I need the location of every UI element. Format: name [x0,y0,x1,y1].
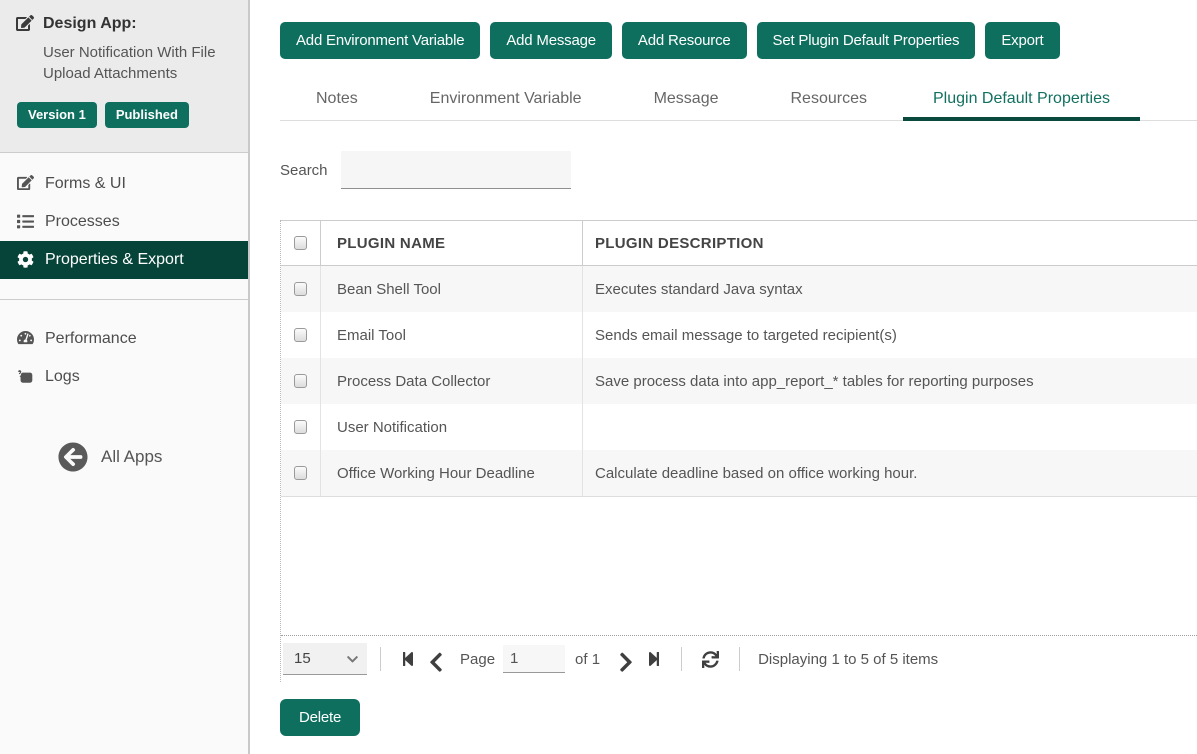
plugin-description-cell: Sends email message to targeted recipien… [583,312,1197,358]
sidebar-divider [0,299,248,300]
sidebar-item-label: Properties & Export [45,251,184,269]
plugin-name-cell: Email Tool [321,312,583,358]
delete-button[interactable]: Delete [280,699,360,736]
published-badge: Published [105,102,189,128]
sidebar-item-label: Logs [45,368,80,386]
main-content: Add Environment Variable Add Message Add… [252,0,1197,754]
sidebar-item-label: Forms & UI [45,175,126,193]
plugin-name-cell: Bean Shell Tool [321,266,583,312]
all-apps-label: All Apps [101,447,162,467]
page-of-label: of 1 [575,651,600,668]
sidebar-item-forms-ui[interactable]: Forms & UI [0,165,248,203]
sidebar-item-processes[interactable]: Processes [0,203,248,241]
page-label: Page [460,651,495,668]
header-checkbox-cell [281,221,321,265]
table-row[interactable]: Bean Shell Tool Executes standard Java s… [281,266,1197,312]
plugin-description-cell: Save process data into app_report_* tabl… [583,358,1197,404]
edit-icon [16,15,34,33]
table-row[interactable]: User Notification [281,404,1197,450]
app-name: User Notification With File Upload Attac… [43,42,218,84]
list-icon [17,213,34,230]
page-size-select[interactable]: 15 [283,643,367,675]
tab-resources[interactable]: Resources [755,80,903,121]
plugin-name-header: PLUGIN NAME [321,221,583,265]
tab-plugin-default-properties[interactable]: Plugin Default Properties [903,80,1140,121]
tachometer-icon [17,330,34,347]
row-checkbox-cell [281,450,321,496]
last-page-icon [647,651,661,667]
version-badge: Version 1 [17,102,97,128]
export-button[interactable]: Export [985,22,1059,59]
sidebar-item-logs[interactable]: Logs [0,358,248,396]
search-label: Search [280,162,328,179]
add-message-button[interactable]: Add Message [490,22,612,59]
toolbar: Add Environment Variable Add Message Add… [280,22,1197,59]
search-row: Search [280,151,1197,189]
row-checkbox-cell [281,266,321,312]
row-checkbox-cell [281,312,321,358]
tab-message[interactable]: Message [618,80,755,121]
table-empty-area [281,496,1197,635]
row-checkbox[interactable] [294,420,307,434]
tab-notes[interactable]: Notes [280,80,394,121]
plugin-description-cell: Executes standard Java syntax [583,266,1197,312]
first-page-button[interactable] [401,651,415,667]
pagination-divider [380,647,381,671]
logs-icon [17,368,34,385]
sidebar-item-performance[interactable]: Performance [0,320,248,358]
table-row[interactable]: Office Working Hour Deadline Calculate d… [281,450,1197,496]
add-resource-button[interactable]: Add Resource [622,22,747,59]
plugin-name-cell: Office Working Hour Deadline [321,450,583,496]
sidebar-menu: Forms & UI Processes Properties & Export… [0,153,248,396]
row-checkbox-cell [281,358,321,404]
sidebar: Design App: User Notification With File … [0,0,250,754]
sidebar-item-label: Performance [45,330,137,348]
design-app-title: Design App: [43,15,137,33]
next-page-icon [619,651,633,667]
footer-actions: Delete [280,699,1197,736]
row-checkbox[interactable] [294,328,307,342]
page-size-value: 15 [294,650,311,667]
display-status: Displaying 1 to 5 of 5 items [758,651,938,668]
pagination-bar: 15 Page of 1 [281,635,1197,682]
add-environment-variable-button[interactable]: Add Environment Variable [280,22,480,59]
edit-icon [17,175,34,192]
pagination-divider [681,647,682,671]
table-row[interactable]: Process Data Collector Save process data… [281,358,1197,404]
design-app-header: Design App: User Notification With File … [0,0,248,153]
row-checkbox[interactable] [294,466,307,480]
previous-page-button[interactable] [429,651,443,667]
table-row[interactable]: Email Tool Sends email message to target… [281,312,1197,358]
plugin-description-cell: Calculate deadline based on office worki… [583,450,1197,496]
set-plugin-default-properties-button[interactable]: Set Plugin Default Properties [757,22,976,59]
row-checkbox-cell [281,404,321,450]
tab-bar: Notes Environment Variable Message Resou… [280,80,1197,121]
plugin-name-cell: User Notification [321,404,583,450]
refresh-button[interactable] [702,651,719,668]
table-header-row: PLUGIN NAME PLUGIN DESCRIPTION [281,220,1197,266]
first-page-icon [401,651,415,667]
table-body: Bean Shell Tool Executes standard Java s… [281,266,1197,496]
page-number-input[interactable] [503,645,565,673]
pagination-divider [739,647,740,671]
last-page-button[interactable] [647,651,661,667]
search-input[interactable] [341,151,571,189]
chevron-down-icon [347,653,358,664]
tab-environment-variable[interactable]: Environment Variable [394,80,618,121]
row-checkbox[interactable] [294,282,307,296]
sidebar-item-properties-export[interactable]: Properties & Export [0,241,248,279]
sidebar-item-label: Processes [45,213,120,231]
refresh-icon [702,651,719,668]
plugin-name-cell: Process Data Collector [321,358,583,404]
next-page-button[interactable] [619,651,633,667]
arrow-left-circle-icon [58,442,88,472]
row-checkbox[interactable] [294,374,307,388]
plugin-description-cell [583,404,1197,450]
plugin-description-header: PLUGIN DESCRIPTION [583,221,1197,265]
gear-icon [17,251,34,268]
select-all-checkbox[interactable] [294,236,307,250]
prev-page-icon [429,651,443,667]
plugin-table: PLUGIN NAME PLUGIN DESCRIPTION Bean Shel… [280,220,1197,682]
all-apps-link[interactable]: All Apps [58,442,248,472]
